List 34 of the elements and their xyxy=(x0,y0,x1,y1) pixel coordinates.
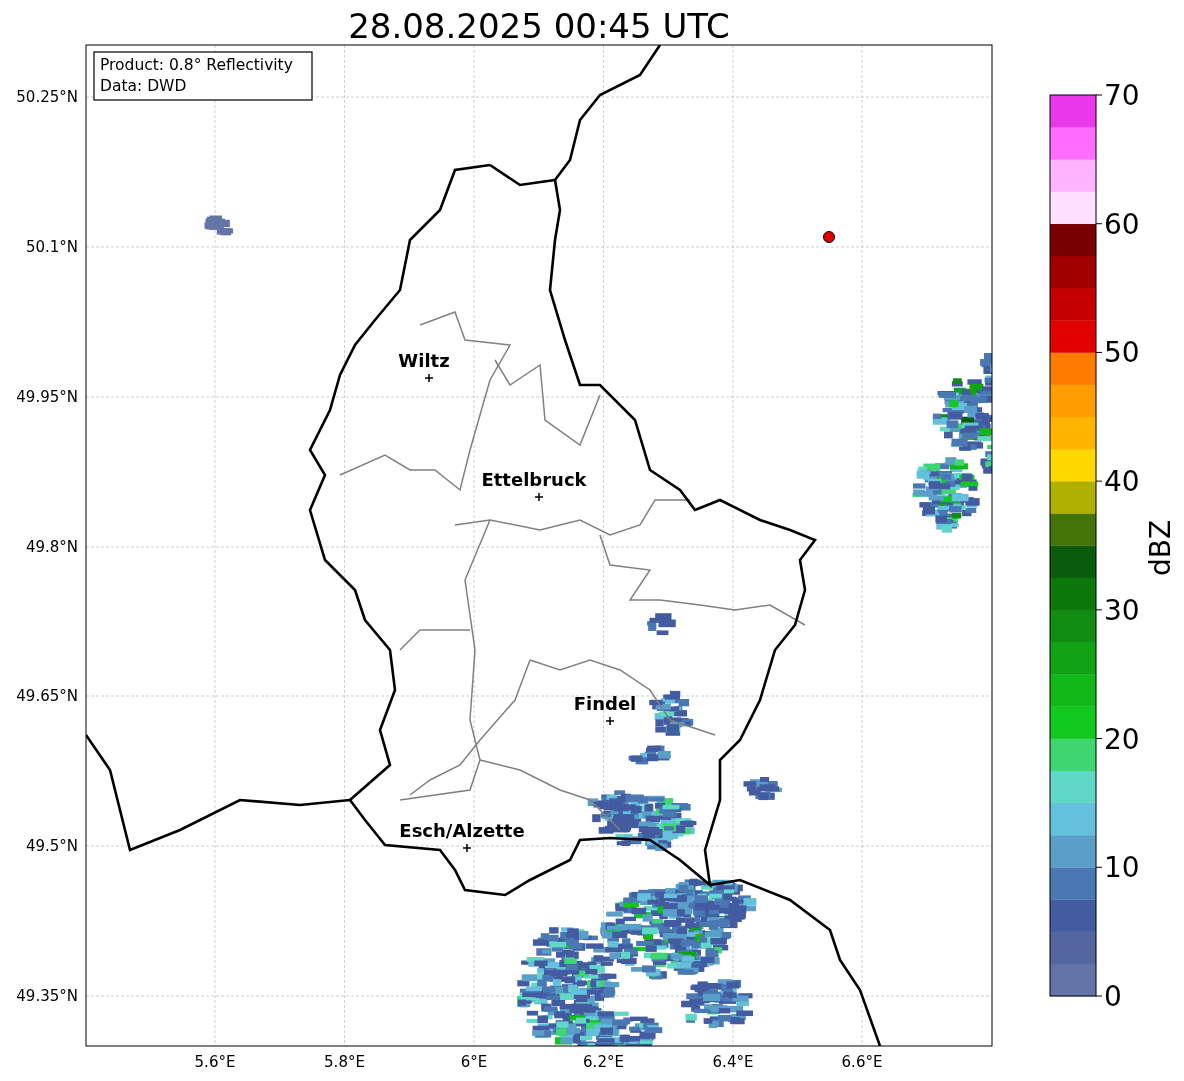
city-marker-icon xyxy=(605,716,615,726)
colorbar-tick-label: 40 xyxy=(1104,465,1140,499)
longitude-label: 6°E xyxy=(460,1053,488,1071)
info-text: Product: 0.8° Reflectivity xyxy=(100,56,293,74)
colorbar-tick-label: 20 xyxy=(1104,722,1140,756)
latitude-label: 49.95°N xyxy=(16,388,78,406)
latitude-label: 49.65°N xyxy=(16,687,78,705)
colorbar-tick-label: 0 xyxy=(1104,980,1122,1013)
city-label: Wiltz xyxy=(398,350,450,371)
latitude-label: 49.35°N xyxy=(16,987,78,1005)
latitude-label: 49.5°N xyxy=(25,837,78,855)
chart-title: 28.08.2025 00:45 UTC xyxy=(348,6,730,46)
city-label: Esch/Alzette xyxy=(399,820,525,841)
longitude-label: 6.6°E xyxy=(841,1053,883,1071)
longitude-label: 6.2°E xyxy=(583,1053,624,1071)
colorbar-tick-label: 50 xyxy=(1104,336,1140,370)
longitude-label: 6.4°E xyxy=(712,1053,754,1071)
colorbar-tick-label: 60 xyxy=(1104,207,1140,241)
longitude-label: 5.6°E xyxy=(194,1053,236,1071)
location-marker-icon xyxy=(823,231,835,243)
colorbar-tick-label: 30 xyxy=(1104,593,1140,627)
city-label: Findel xyxy=(573,693,637,714)
colorbar-tick-label: 70 xyxy=(1104,79,1140,112)
info-text: Data: DWD xyxy=(100,77,187,95)
city-marker-icon xyxy=(424,373,434,383)
latitude-label: 49.8°N xyxy=(25,538,78,556)
city-marker-icon xyxy=(534,492,544,502)
colorbar-axis-label: dBZ xyxy=(1144,519,1177,577)
latitude-label: 50.25°N xyxy=(16,88,78,106)
city-label: Ettelbruck xyxy=(481,469,587,490)
longitude-label: 5.8°E xyxy=(324,1053,365,1071)
colorbar-tick-label: 10 xyxy=(1104,851,1140,885)
city-marker-icon xyxy=(462,843,472,853)
latitude-label: 50.1°N xyxy=(25,238,78,256)
